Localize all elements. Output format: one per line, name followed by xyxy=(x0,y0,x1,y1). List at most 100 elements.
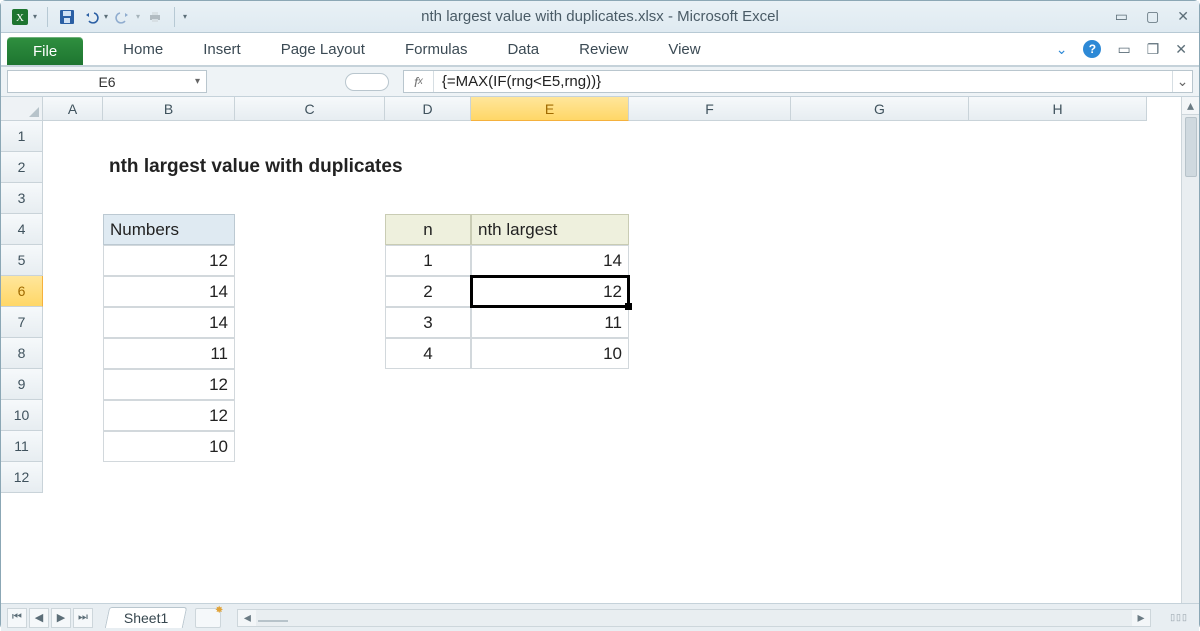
hscroll-thumb[interactable] xyxy=(258,620,288,622)
formula-input[interactable]: {=MAX(IF(rng<E5,rng))} xyxy=(434,73,1172,90)
numbers-value-5[interactable]: 12 xyxy=(103,400,235,431)
cell-H10[interactable] xyxy=(969,400,1147,431)
cell-F11[interactable] xyxy=(629,431,791,462)
cell-G5[interactable] xyxy=(791,245,969,276)
cell-E11[interactable] xyxy=(471,431,629,462)
cell-C11[interactable] xyxy=(235,431,385,462)
cell-A12[interactable] xyxy=(43,462,103,493)
row-header-4[interactable]: 4 xyxy=(1,214,43,245)
sheet-nav-prev-icon[interactable]: ◀ xyxy=(29,608,49,628)
n-value-3[interactable]: 4 xyxy=(385,338,471,369)
n-value-0[interactable]: 1 xyxy=(385,245,471,276)
file-tab[interactable]: File xyxy=(7,37,83,65)
cell-D1[interactable] xyxy=(385,121,471,152)
cell-G9[interactable] xyxy=(791,369,969,400)
cell-E9[interactable] xyxy=(471,369,629,400)
n-value-2[interactable]: 3 xyxy=(385,307,471,338)
excel-app-icon[interactable]: X xyxy=(11,8,29,26)
cell-H11[interactable] xyxy=(969,431,1147,462)
nth-value-3[interactable]: 10 xyxy=(471,338,629,369)
cell-G11[interactable] xyxy=(791,431,969,462)
cell-F7[interactable] xyxy=(629,307,791,338)
name-box[interactable]: E6 ▾ xyxy=(7,70,207,93)
view-shortcuts[interactable]: ▯▯▯ xyxy=(1159,612,1199,623)
tab-formulas[interactable]: Formulas xyxy=(405,41,468,58)
cell-F9[interactable] xyxy=(629,369,791,400)
n-header[interactable]: n xyxy=(385,214,471,245)
col-header-D[interactable]: D xyxy=(385,97,471,121)
minimize-icon[interactable]: ▭ xyxy=(1115,8,1128,25)
cell-G8[interactable] xyxy=(791,338,969,369)
cell-F6[interactable] xyxy=(629,276,791,307)
col-header-B[interactable]: B xyxy=(103,97,235,121)
sheet-tab-sheet1[interactable]: Sheet1 xyxy=(105,607,188,628)
cell-H7[interactable] xyxy=(969,307,1147,338)
selected-cell[interactable]: 12 xyxy=(471,276,629,307)
print-icon[interactable] xyxy=(146,8,164,26)
qat-customize-chevron-icon[interactable]: ▾ xyxy=(183,12,187,21)
cell-A7[interactable] xyxy=(43,307,103,338)
tab-view[interactable]: View xyxy=(668,41,700,58)
cell-G1[interactable] xyxy=(791,121,969,152)
workbook-close-icon[interactable]: ✕ xyxy=(1175,41,1187,58)
row-header-12[interactable]: 12 xyxy=(1,462,43,493)
function-pill[interactable] xyxy=(345,73,389,91)
cell-A9[interactable] xyxy=(43,369,103,400)
cell-A11[interactable] xyxy=(43,431,103,462)
cell-C1[interactable] xyxy=(235,121,385,152)
row-header-3[interactable]: 3 xyxy=(1,183,43,214)
help-icon[interactable]: ? xyxy=(1083,40,1101,58)
row-header-5[interactable]: 5 xyxy=(1,245,43,276)
cell-A6[interactable] xyxy=(43,276,103,307)
maximize-icon[interactable]: ▢ xyxy=(1146,8,1159,25)
numbers-value-0[interactable]: 12 xyxy=(103,245,235,276)
undo-icon[interactable] xyxy=(82,8,100,26)
ribbon-minimize-chevron-icon[interactable]: ⌄ xyxy=(1056,41,1068,58)
numbers-value-1[interactable]: 14 xyxy=(103,276,235,307)
cell-H4[interactable] xyxy=(969,214,1147,245)
cell-A4[interactable] xyxy=(43,214,103,245)
numbers-value-6[interactable]: 10 xyxy=(103,431,235,462)
worksheet-grid[interactable]: A B C D E F G H 12nth largest value with… xyxy=(1,97,1199,603)
col-header-A[interactable]: A xyxy=(43,97,103,121)
horizontal-scrollbar[interactable]: ◂ ▸ xyxy=(237,609,1151,627)
row-header-7[interactable]: 7 xyxy=(1,307,43,338)
cell-F12[interactable] xyxy=(629,462,791,493)
cell-C2[interactable] xyxy=(235,152,385,183)
cell-C8[interactable] xyxy=(235,338,385,369)
cell-E12[interactable] xyxy=(471,462,629,493)
vertical-scrollbar[interactable]: ▴ xyxy=(1181,97,1199,603)
cell-C3[interactable] xyxy=(235,183,385,214)
row-header-9[interactable]: 9 xyxy=(1,369,43,400)
cell-G12[interactable] xyxy=(791,462,969,493)
nth-value-0[interactable]: 14 xyxy=(471,245,629,276)
cell-H2[interactable] xyxy=(969,152,1147,183)
cell-F5[interactable] xyxy=(629,245,791,276)
cell-B3[interactable] xyxy=(103,183,235,214)
cell-B1[interactable] xyxy=(103,121,235,152)
vscroll-thumb[interactable] xyxy=(1185,117,1197,177)
redo-icon[interactable] xyxy=(114,8,132,26)
redo-chevron-icon[interactable]: ▾ xyxy=(136,12,140,21)
sheet-nav-next-icon[interactable]: ▶ xyxy=(51,608,71,628)
formula-expand-chevron-icon[interactable]: ⌄ xyxy=(1172,71,1192,92)
row-header-11[interactable]: 11 xyxy=(1,431,43,462)
cell-A1[interactable] xyxy=(43,121,103,152)
row-header-6[interactable]: 6 xyxy=(1,276,43,307)
cell-G3[interactable] xyxy=(791,183,969,214)
numbers-header[interactable]: Numbers xyxy=(103,214,235,245)
cell-A3[interactable] xyxy=(43,183,103,214)
cell-E3[interactable] xyxy=(471,183,629,214)
nth-value-2[interactable]: 11 xyxy=(471,307,629,338)
cell-H6[interactable] xyxy=(969,276,1147,307)
cell-E1[interactable] xyxy=(471,121,629,152)
row-header-1[interactable]: 1 xyxy=(1,121,43,152)
col-header-G[interactable]: G xyxy=(791,97,969,121)
sheet-nav-first-icon[interactable]: ⏮ xyxy=(7,608,27,628)
cell-H12[interactable] xyxy=(969,462,1147,493)
cell-C6[interactable] xyxy=(235,276,385,307)
cell-C10[interactable] xyxy=(235,400,385,431)
cell-H9[interactable] xyxy=(969,369,1147,400)
nth-header[interactable]: nth largest xyxy=(471,214,629,245)
cell-H5[interactable] xyxy=(969,245,1147,276)
